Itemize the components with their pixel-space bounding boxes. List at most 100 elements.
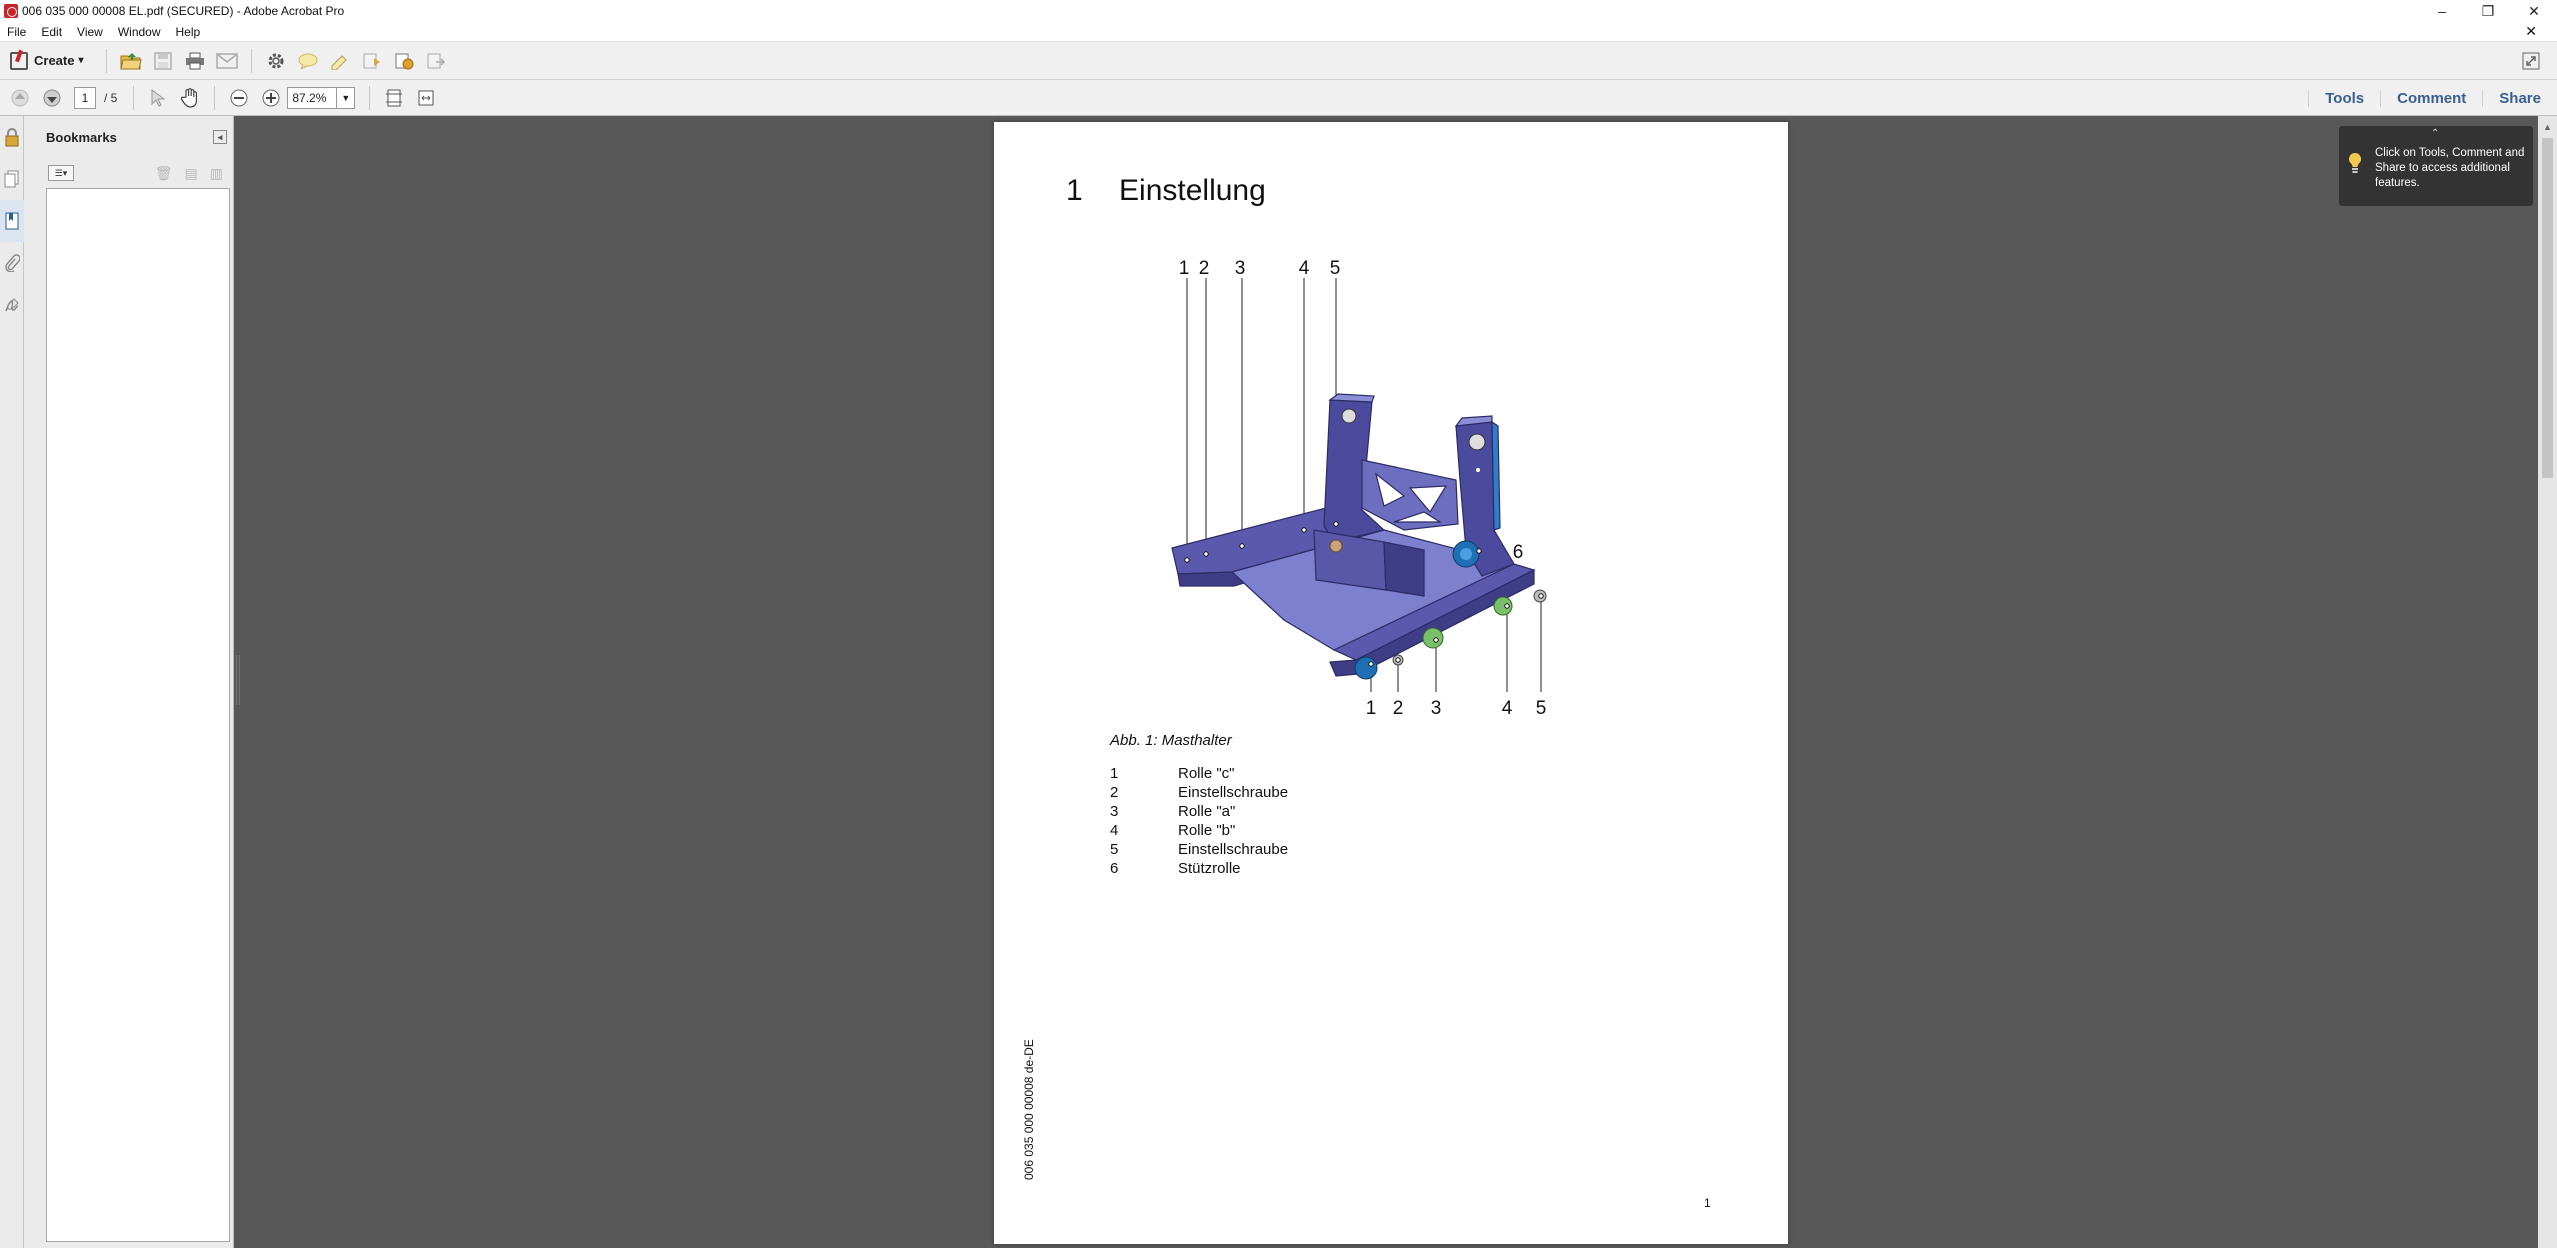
fullscreen-icon[interactable] — [2519, 49, 2543, 73]
task-pane-links: Tools Comment Share — [2308, 80, 2557, 116]
legend-number: 3 — [1110, 803, 1119, 820]
close-document-button[interactable]: ✕ — [2518, 23, 2545, 40]
page-number: 1 — [1704, 1196, 1711, 1210]
bookmark-options-button[interactable]: ☰▾ — [48, 165, 74, 181]
panel-resize-handle[interactable] — [236, 655, 240, 705]
signatures-icon[interactable] — [0, 284, 24, 326]
callout-bottom-4: 4 — [1502, 698, 1513, 719]
bookmark-actions: 🗑 ▤ ▥ — [155, 165, 223, 182]
chevron-down-icon: ▾ — [78, 55, 84, 66]
figure-legend: 1 Rolle "c" 2 Einstellschraube 3 Rolle "a" … — [1110, 764, 1288, 878]
toolbar-separator — [133, 85, 135, 110]
tools-link[interactable]: Tools — [2308, 89, 2380, 107]
zoom-dropdown-icon[interactable]: ▼ — [337, 86, 356, 109]
heading-text: Einstellung — [1119, 174, 1266, 207]
menu-edit[interactable]: Edit — [34, 25, 70, 39]
legend-text: Rolle "a" — [1178, 803, 1236, 820]
legend-number: 2 — [1110, 784, 1119, 801]
callout-top-3: 3 — [1235, 258, 1246, 279]
menu-file[interactable]: File — [0, 25, 34, 39]
collapse-panel-button[interactable]: ◂ — [213, 130, 227, 144]
tooltip-dismiss-icon[interactable]: ⌃ — [2431, 128, 2439, 139]
stamp-icon[interactable] — [392, 49, 416, 73]
comment-link[interactable]: Comment — [2380, 89, 2482, 107]
legend-number: 5 — [1110, 841, 1119, 858]
zoom-out-icon[interactable] — [227, 86, 251, 110]
security-lock-icon[interactable] — [0, 116, 24, 158]
share-link[interactable]: Share — [2482, 89, 2557, 107]
callout-top-5: 5 — [1330, 258, 1341, 279]
acrobat-app-icon — [4, 4, 18, 18]
previous-page-icon[interactable] — [8, 86, 32, 110]
toolbar-separator — [214, 85, 216, 110]
next-page-icon[interactable] — [40, 86, 64, 110]
restore-button[interactable]: ❐ — [2465, 0, 2511, 22]
callout-bottom-5: 5 — [1536, 698, 1547, 719]
page-number-input[interactable]: 1 — [74, 86, 96, 109]
legend-row: 1 Rolle "c" — [1110, 764, 1288, 783]
bookmarks-list[interactable] — [46, 188, 230, 1242]
highlight-icon[interactable] — [328, 49, 352, 73]
legend-row: 3 Rolle "a" — [1110, 802, 1288, 821]
page-thumbnails-icon[interactable] — [0, 158, 24, 200]
window-controls: – ❐ ✕ — [2419, 0, 2557, 22]
save-icon[interactable] — [151, 49, 175, 73]
legend-number: 6 — [1110, 860, 1119, 877]
create-button[interactable]: Create ▾ — [10, 51, 84, 70]
hand-tool-icon[interactable] — [178, 86, 202, 110]
zoom-in-icon[interactable] — [259, 86, 283, 110]
feature-tooltip: ⌃ Click on Tools, Comment and Share to a… — [2339, 126, 2533, 206]
legend-row: 2 Einstellschraube — [1110, 783, 1288, 802]
toolbar-separator — [105, 48, 107, 73]
legend-row: 5 Einstellschraube — [1110, 840, 1288, 859]
menu-bar: File Edit View Window Help ✕ — [0, 22, 2557, 42]
delete-bookmark-icon[interactable]: 🗑 — [155, 165, 173, 182]
email-icon[interactable] — [215, 49, 239, 73]
document-code: 006 035 000 00008 de-DE — [1022, 1039, 1036, 1180]
print-icon[interactable] — [183, 49, 207, 73]
callout-top-4: 4 — [1299, 258, 1310, 279]
select-cursor-icon[interactable] — [146, 86, 170, 110]
legend-number: 4 — [1110, 822, 1119, 839]
bookmarks-icon[interactable] — [0, 200, 24, 242]
page-total: / 5 — [104, 90, 118, 105]
minimize-button[interactable]: – — [2419, 0, 2465, 22]
bookmarks-panel: Bookmarks ◂ ☰▾ 🗑 ▤ ▥ — [24, 116, 234, 1248]
zoom-input[interactable]: 87.2% — [287, 86, 338, 109]
navigation-toolbar: 1 / 5 87.2% ▼ Tools Comment Share — [0, 80, 2557, 116]
create-label: Create — [34, 53, 75, 68]
scroll-thumb[interactable] — [2542, 138, 2553, 478]
title-bar: 006 035 000 00008 EL.pdf (SECURED) - Ado… — [0, 0, 2557, 22]
open-icon[interactable] — [119, 49, 143, 73]
menu-help[interactable]: Help — [169, 25, 209, 39]
fit-page-icon[interactable] — [382, 86, 406, 110]
main-toolbar: Create ▾ — [0, 42, 2557, 80]
bookmarks-toolbar: ☰▾ 🗑 ▤ ▥ — [24, 158, 233, 188]
attachments-icon[interactable] — [0, 242, 24, 284]
window-title: 006 035 000 00008 EL.pdf (SECURED) - Ado… — [22, 4, 345, 18]
fit-width-icon[interactable] — [414, 86, 438, 110]
legend-text: Rolle "b" — [1178, 822, 1236, 839]
callout-bottom-3: 3 — [1431, 698, 1442, 719]
bookmark-tag-icon[interactable]: ▥ — [210, 165, 223, 182]
callout-top-2: 2 — [1199, 258, 1210, 279]
legend-row: 4 Rolle "b" — [1110, 821, 1288, 840]
scroll-up-icon[interactable]: ▲ — [2538, 118, 2557, 136]
new-bookmark-icon[interactable]: ▤ — [185, 165, 198, 182]
callout-bottom-1: 1 — [1366, 698, 1377, 719]
heading-number: 1 — [1066, 174, 1083, 207]
menu-window[interactable]: Window — [111, 25, 169, 39]
pdf-page: 1 Einstellung 1 2 3 4 5 6 1 2 3 4 5 Abb.… — [994, 122, 1788, 1244]
menu-view[interactable]: View — [70, 25, 111, 39]
figure-caption: Abb. 1: Masthalter — [1110, 732, 1232, 749]
lightbulb-icon — [2348, 152, 2362, 173]
create-icon — [10, 51, 28, 70]
toolbar-separator — [369, 85, 371, 110]
callout-bottom-2: 2 — [1393, 698, 1404, 719]
vertical-scrollbar[interactable]: ▲ — [2538, 116, 2557, 1248]
close-button[interactable]: ✕ — [2511, 0, 2557, 22]
comment-icon[interactable] — [296, 49, 320, 73]
attach-icon[interactable] — [360, 49, 384, 73]
settings-icon[interactable] — [264, 49, 288, 73]
share-icon[interactable] — [424, 49, 448, 73]
